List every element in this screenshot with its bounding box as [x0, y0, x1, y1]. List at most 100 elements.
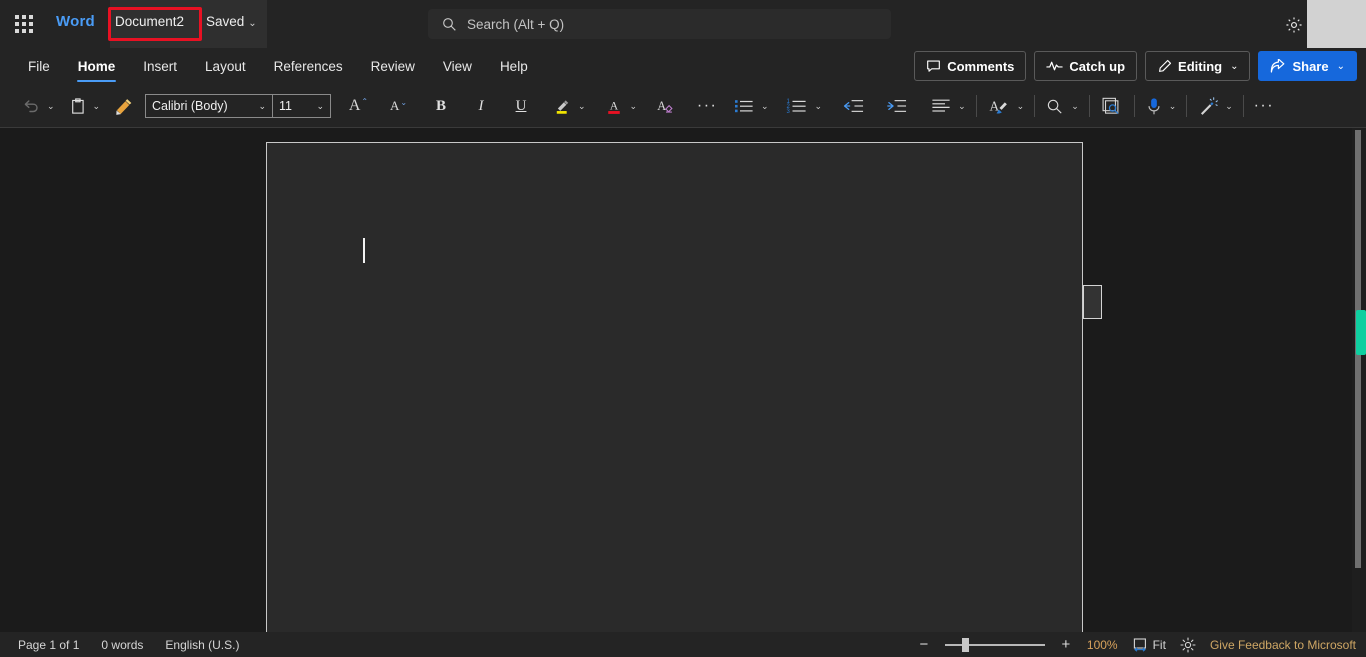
catch-up-label: Catch up: [1069, 58, 1126, 74]
focus-mode-button[interactable]: [1180, 636, 1196, 653]
scrollbar-thumb[interactable]: [1356, 310, 1366, 355]
designer-button[interactable]: [1194, 91, 1222, 121]
page-count-label[interactable]: Page 1 of 1: [18, 638, 79, 652]
app-launcher-grid-icon[interactable]: [12, 12, 36, 36]
catch-up-icon: [1046, 61, 1064, 71]
search-box[interactable]: [428, 9, 891, 39]
chevron-down-icon: ⌄: [258, 100, 266, 111]
increase-indent-button[interactable]: [882, 91, 911, 121]
tab-references[interactable]: References: [260, 48, 357, 85]
brand-word[interactable]: Word: [56, 13, 95, 30]
editor-button[interactable]: [1097, 91, 1127, 121]
editor-icon: [1102, 97, 1119, 114]
zoom-slider[interactable]: [944, 637, 1045, 652]
format-painter-icon: [116, 99, 132, 115]
save-status-button[interactable]: Saved ⌄: [206, 14, 257, 29]
editing-mode-button[interactable]: Editing ⌄: [1145, 51, 1251, 81]
chevron-down-icon: ⌄: [248, 18, 257, 29]
feedback-link[interactable]: Give Feedback to Microsoft: [1210, 638, 1356, 652]
fit-button[interactable]: Fit: [1132, 638, 1166, 652]
font-color-icon: A: [607, 100, 620, 114]
more-font-options-button[interactable]: ···: [694, 91, 720, 121]
tab-view[interactable]: View: [429, 48, 486, 85]
tab-layout[interactable]: Layout: [191, 48, 260, 85]
page-side-handle[interactable]: [1083, 285, 1102, 319]
shrink-font-button[interactable]: A ⌄: [383, 91, 413, 121]
find-chevron-down-icon[interactable]: ⌄: [1068, 101, 1082, 112]
zoom-out-button[interactable]: −: [917, 636, 931, 653]
bullet-list-button[interactable]: [730, 91, 758, 121]
undo-button[interactable]: [18, 91, 44, 121]
editing-label: Editing: [1178, 58, 1223, 74]
italic-button[interactable]: I: [469, 91, 493, 121]
zoom-percent-label[interactable]: 100%: [1087, 638, 1118, 652]
toolbar-separator: [1133, 95, 1135, 117]
tab-home[interactable]: Home: [64, 48, 130, 85]
chevron-down-icon: ⌄: [1230, 60, 1239, 72]
highlight-button[interactable]: [549, 91, 575, 121]
comments-button[interactable]: Comments: [914, 51, 1027, 81]
align-left-icon: [932, 99, 950, 112]
tab-help[interactable]: Help: [486, 48, 542, 85]
zoom-in-button[interactable]: +: [1059, 636, 1073, 653]
clear-formatting-button[interactable]: A: [652, 91, 678, 121]
toolbar-separator: [1186, 95, 1188, 117]
numbered-list-button[interactable]: 123: [782, 91, 812, 121]
format-painter-button[interactable]: [111, 91, 138, 121]
zoom-slider-rail: [944, 643, 1045, 646]
highlighter-icon: [556, 100, 569, 114]
title-bar: Word Document2 Saved ⌄: [0, 0, 1366, 52]
more-toolbar-options-button[interactable]: ···: [1251, 91, 1277, 121]
font-color-button[interactable]: A: [601, 91, 627, 121]
bullets-chevron-down-icon[interactable]: ⌄: [758, 101, 772, 112]
paste-button[interactable]: [66, 91, 90, 121]
tab-file[interactable]: File: [14, 48, 64, 85]
document-page[interactable]: [266, 142, 1083, 646]
language-label[interactable]: English (U.S.): [165, 638, 239, 652]
document-title[interactable]: Document2: [115, 14, 195, 29]
tab-review[interactable]: Review: [357, 48, 429, 85]
toolbar-group-font: Calibri (Body) ⌄ 11 ⌄: [145, 85, 331, 127]
grow-font-button[interactable]: A ⌃: [343, 91, 373, 121]
font-size-combobox[interactable]: 11 ⌄: [273, 94, 331, 118]
highlight-chevron-down-icon[interactable]: ⌄: [575, 101, 589, 112]
dictate-chevron-down-icon[interactable]: ⌄: [1166, 101, 1180, 112]
decrease-indent-button[interactable]: [839, 91, 868, 121]
share-button[interactable]: Share ⌄: [1258, 51, 1357, 81]
styles-chevron-down-icon[interactable]: ⌄: [1014, 101, 1028, 112]
font-name-combobox[interactable]: Calibri (Body) ⌄: [145, 94, 273, 118]
underline-button[interactable]: U: [509, 91, 533, 121]
vertical-scrollbar[interactable]: [1352, 128, 1366, 632]
settings-gear-button[interactable]: [1281, 12, 1307, 38]
find-icon: [1048, 99, 1062, 114]
share-label: Share: [1292, 58, 1329, 74]
bold-button[interactable]: B: [429, 91, 453, 121]
svg-text:3: 3: [786, 109, 790, 114]
toolbar-group-font-style: A ⌃ A ⌄ B I U ⌄ A ⌄ A ···: [343, 85, 720, 127]
ribbon-right-buttons: Comments Catch up Editing ⌄ Share ⌄: [914, 51, 1357, 81]
catch-up-button[interactable]: Catch up: [1034, 51, 1138, 81]
designer-chevron-down-icon[interactable]: ⌄: [1222, 101, 1236, 112]
toolbar-separator: [1088, 95, 1090, 117]
align-button[interactable]: [927, 91, 955, 121]
magic-wand-icon: [1201, 96, 1219, 115]
grow-font-glyph: A: [348, 97, 361, 114]
paste-chevron-down-icon[interactable]: ⌄: [90, 101, 104, 112]
zoom-slider-handle[interactable]: [961, 637, 969, 652]
font-color-chevron-down-icon[interactable]: ⌄: [627, 101, 641, 112]
styles-button[interactable]: A: [984, 91, 1014, 121]
shrink-font-glyph: A: [389, 98, 400, 113]
fit-label: Fit: [1152, 637, 1166, 652]
find-button[interactable]: [1042, 91, 1068, 121]
tab-insert[interactable]: Insert: [129, 48, 191, 85]
toolbar-group-clipboard: ⌄ ⌄: [18, 85, 138, 127]
overlay-panel: [1307, 0, 1366, 52]
undo-chevron-down-icon[interactable]: ⌄: [44, 101, 58, 112]
svg-text:A: A: [657, 99, 666, 113]
search-input[interactable]: [467, 16, 891, 32]
dictate-button[interactable]: [1142, 91, 1166, 121]
numbering-chevron-down-icon[interactable]: ⌄: [812, 101, 826, 112]
toolbar-separator: [1034, 95, 1036, 117]
word-count-label[interactable]: 0 words: [101, 638, 143, 652]
align-chevron-down-icon[interactable]: ⌄: [955, 101, 969, 112]
